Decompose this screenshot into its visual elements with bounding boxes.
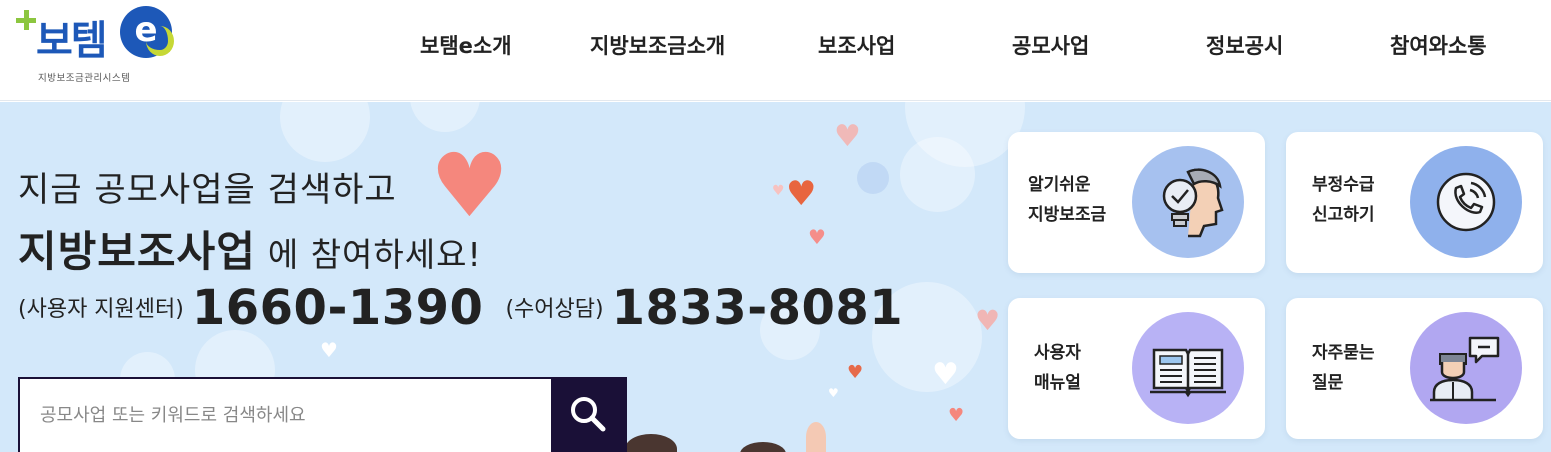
search-button[interactable] [551, 379, 625, 452]
quick-link-faq[interactable]: 자주묻는 질문 [1286, 298, 1543, 439]
sign-language-number: 1833-8081 [611, 280, 904, 336]
hero-highlight: 지방보조사업 [18, 227, 256, 276]
lightbulb-head-icon [1162, 168, 1224, 238]
quick-link-easy-subsidy[interactable]: 알기쉬운 지방보조금 [1008, 132, 1265, 273]
heart-icon: ♥ [808, 225, 826, 249]
hero-headline: 지금 공모사업을 검색하고 [18, 170, 397, 210]
quick-link-label: 부정수급 신고하기 [1312, 175, 1375, 225]
decor-bubble [857, 162, 889, 194]
quick-link-label: 알기쉬운 지방보조금 [1028, 175, 1107, 225]
nav-item-subsidy-intro[interactable]: 지방보조금소개 [590, 30, 725, 60]
quick-link-icon-circle [1132, 146, 1244, 258]
site-logo[interactable]: 보템 e 지방보조금관리시스템 [14, 4, 184, 88]
decor-bubble [900, 137, 975, 212]
decor-bubble [280, 102, 370, 162]
hero-subheadline: 지방보조사업 에 참여하세요! [18, 218, 482, 279]
quick-link-label: 자주묻는 질문 [1312, 343, 1375, 393]
big-heart-icon: ♥ [430, 134, 509, 237]
nav-item-subsidy-projects[interactable]: 보조사업 [818, 30, 895, 60]
nav-item-intro[interactable]: 보탬e소개 [420, 30, 512, 60]
search-bar [18, 377, 627, 452]
sign-language-label: (수어상담) [505, 297, 604, 322]
heart-icon: ♥ [975, 304, 1001, 337]
quick-link-label: 사용자 매뉴얼 [1034, 343, 1081, 393]
heart-icon: ♥ [828, 386, 839, 400]
search-input[interactable] [20, 379, 553, 452]
site-header: 보템 e 지방보조금관리시스템 보탬e소개 지방보조금소개 보조사업 공모사업 … [0, 0, 1551, 101]
illustration-person [740, 442, 786, 452]
quick-link-icon-circle [1132, 312, 1244, 424]
nav-item-participation[interactable]: 참여와소통 [1390, 30, 1487, 60]
heart-icon: ♥ [786, 174, 817, 214]
quick-link-user-manual[interactable]: 사용자 매뉴얼 [1008, 298, 1265, 439]
logo-wordmark: 보템 [36, 18, 108, 64]
support-center-label: (사용자 지원센터) [18, 297, 184, 322]
quick-link-icon-circle [1410, 146, 1522, 258]
decor-bubble [410, 102, 480, 132]
heart-icon: ♥ [834, 119, 861, 154]
logo-swoosh-icon [146, 26, 174, 56]
hero-subheadline-rest: 에 참여하세요! [267, 235, 482, 274]
heart-icon: ♥ [772, 183, 785, 199]
quick-link-icon-circle [1410, 312, 1522, 424]
person-speech-icon [1430, 336, 1500, 402]
logo-subtitle: 지방보조금관리시스템 [38, 73, 131, 84]
heart-icon: ♥ [320, 338, 338, 362]
heart-icon: ♥ [948, 405, 965, 426]
illustration-hand [806, 422, 826, 452]
book-icon [1150, 348, 1226, 398]
illustration-person [625, 434, 677, 452]
logo-plus-icon [16, 10, 36, 30]
phone-icon [1436, 172, 1496, 232]
nav-item-public-contest[interactable]: 공모사업 [1012, 30, 1089, 60]
quick-link-report-fraud[interactable]: 부정수급 신고하기 [1286, 132, 1543, 273]
hero-banner: ♥ ♥ ♥ ♥ ♥ ♥ ♥ ♥ ♥ ♥ ♥ 지금 공모사업을 검색하고 지방보조… [0, 102, 1551, 452]
search-icon [571, 397, 606, 432]
heart-icon: ♥ [932, 357, 959, 392]
hero-contact: (사용자 지원센터) 1660-1390 (수어상담) 1833-8081 [18, 280, 925, 336]
heart-icon: ♥ [847, 362, 864, 383]
support-center-number: 1660-1390 [191, 280, 484, 336]
nav-item-disclosure[interactable]: 정보공시 [1206, 30, 1283, 60]
